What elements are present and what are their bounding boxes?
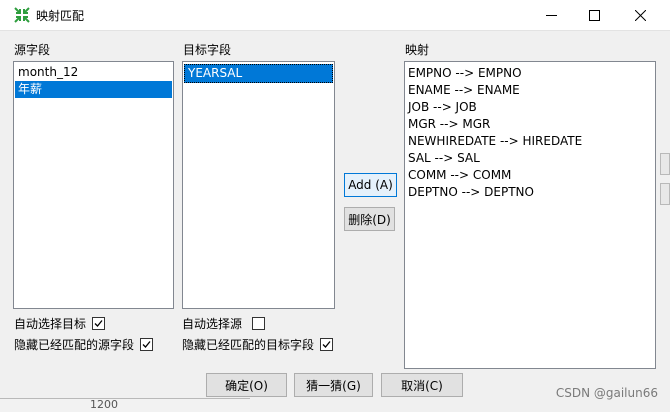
mapping-list[interactable]: EMPNO --> EMPNO ENAME --> ENAME JOB --> … (404, 61, 656, 369)
list-item[interactable]: 年薪 (15, 81, 172, 98)
list-item[interactable]: month_12 (15, 64, 172, 81)
app-icon (14, 7, 30, 23)
auto-select-target-checkbox[interactable] (92, 317, 106, 330)
hide-matched-source-label: 隐藏已经匹配的源字段 (14, 338, 135, 352)
maximize-icon (588, 9, 600, 21)
minimize-button[interactable] (528, 0, 574, 30)
hide-matched-target-option[interactable]: 隐藏已经匹配的目标字段 (182, 336, 334, 353)
list-item[interactable]: YEARSAL (184, 64, 333, 83)
ok-button[interactable]: 确定(O) (206, 373, 287, 397)
guess-button[interactable]: 猜一猜(G) (294, 373, 373, 397)
checkmark-icon (142, 341, 151, 348)
hide-matched-source-checkbox[interactable] (140, 338, 154, 351)
auto-select-source-option[interactable]: 自动选择源 (182, 315, 266, 332)
background-window-edge (660, 183, 670, 205)
list-item[interactable]: SAL --> SAL (405, 150, 655, 167)
auto-select-target-label: 自动选择目标 (14, 317, 87, 331)
background-table-fragment: 1200 (0, 398, 250, 412)
background-window-edge (660, 153, 670, 175)
list-item[interactable]: ENAME --> ENAME (405, 82, 655, 99)
list-item[interactable]: MGR --> MGR (405, 116, 655, 133)
list-item[interactable]: EMPNO --> EMPNO (405, 65, 655, 82)
background-number: 1200 (90, 398, 118, 411)
list-item[interactable]: DEPTNO --> DEPTNO (405, 184, 655, 201)
checkmark-icon (94, 320, 103, 327)
minimize-icon (545, 14, 557, 16)
list-item[interactable]: NEWHIREDATE --> HIREDATE (405, 133, 655, 150)
close-icon (634, 9, 646, 21)
hide-matched-target-checkbox[interactable] (320, 338, 334, 351)
add-button[interactable]: Add (A) (344, 173, 397, 197)
list-item[interactable]: COMM --> COMM (405, 167, 655, 184)
hide-matched-target-label: 隐藏已经匹配的目标字段 (182, 338, 315, 352)
title-bar: 映射匹配 (0, 0, 670, 31)
source-fields-list[interactable]: month_12 年薪 (13, 61, 174, 309)
auto-select-source-checkbox[interactable] (252, 317, 266, 330)
watermark: CSDN @gailun66 (555, 386, 658, 400)
cancel-button[interactable]: 取消(C) (381, 373, 463, 397)
auto-select-source-label: 自动选择源 (182, 317, 243, 331)
checkmark-icon (322, 341, 331, 348)
window-title: 映射匹配 (36, 9, 85, 23)
target-fields-label: 目标字段 (183, 43, 232, 57)
mapping-label: 映射 (405, 43, 430, 57)
hide-matched-source-option[interactable]: 隐藏已经匹配的源字段 (14, 336, 154, 353)
list-item[interactable]: JOB --> JOB (405, 99, 655, 116)
maximize-button[interactable] (571, 0, 617, 30)
target-fields-list[interactable]: YEARSAL (182, 61, 335, 309)
close-button[interactable] (617, 0, 663, 30)
delete-button[interactable]: 删除(D) (344, 207, 395, 231)
auto-select-target-option[interactable]: 自动选择目标 (14, 315, 106, 332)
source-fields-label: 源字段 (14, 43, 51, 57)
